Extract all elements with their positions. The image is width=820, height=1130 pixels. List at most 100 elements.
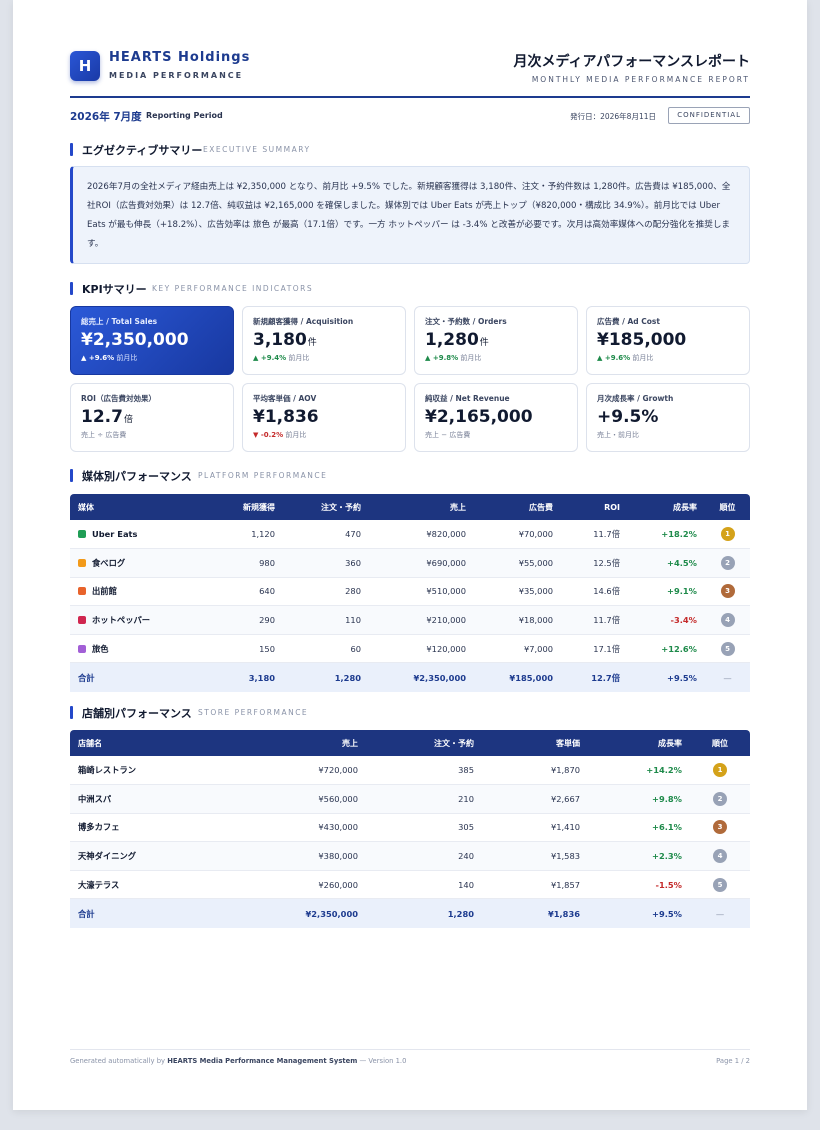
kpi-label: 月次成長率 / Growth <box>597 394 674 403</box>
cell-rank: 4 <box>705 605 750 635</box>
up-arrow-icon: ▲ <box>597 354 603 362</box>
kpi-delta: ▲ +9.8% <box>425 354 458 362</box>
cell-aov: ¥1,410 <box>482 813 588 843</box>
cell-orders: 140 <box>366 870 482 900</box>
section-marker <box>70 143 73 156</box>
total-rank: — <box>690 898 750 928</box>
footer-version: — Version 1.0 <box>357 1057 407 1065</box>
column-header: 売上 <box>220 730 366 756</box>
cell-orders: 110 <box>283 605 369 635</box>
kpi-note-text: 売上 ÷ 広告費 <box>81 431 127 439</box>
cell-sales: ¥820,000 <box>369 520 474 550</box>
total-row: 合計 ¥2,350,000 1,280 ¥1,836 +9.5% — <box>70 898 750 928</box>
kpi-card: 平均客単価 / AOV ¥1,836 ▼ -0.2% 前月比 <box>242 383 406 452</box>
cell-rank: 3 <box>705 577 750 607</box>
company-logo: H <box>70 51 100 81</box>
platform-table: 媒体 新規獲得 注文・予約 売上 広告費 ROI 成長率 順位 Uber Eats 1,120 4… <box>70 494 750 692</box>
kpi-delta-value: -0.2% <box>260 431 284 439</box>
footer-divider <box>70 1049 750 1050</box>
kpi-delta-value: +9.4% <box>260 354 287 362</box>
kpi-note: 売上・前月比 <box>597 430 739 440</box>
cell-orders: 210 <box>366 784 482 814</box>
platform-name: ホットペッパー <box>92 615 151 626</box>
platform-name: 出前館 <box>92 586 117 597</box>
kpi-note: ▲ +9.6% 前月比 <box>597 353 739 363</box>
kpi-label: 注文・予約数 / Orders <box>425 317 507 326</box>
report-header: H HEARTS Holdings MEDIA PERFORMANCE 月次メデ… <box>70 50 750 98</box>
summary-subtitle: EXECUTIVE SUMMARY <box>203 145 311 154</box>
cell-orders: 305 <box>366 813 482 843</box>
table-row: 旅色 150 60 ¥120,000 ¥7,000 17.1倍 +12.6% 5 <box>70 634 750 664</box>
column-header: 売上 <box>369 494 474 520</box>
total-acq: 3,180 <box>192 662 283 692</box>
cell-growth: +14.2% <box>588 756 690 786</box>
platform-name: Uber Eats <box>92 529 138 540</box>
table-row: Uber Eats 1,120 470 ¥820,000 ¥70,000 11.7倍 +18… <box>70 520 750 550</box>
cell-roi: 11.7倍 <box>561 520 628 550</box>
rank-badge: 5 <box>713 877 727 892</box>
cell-rank: 4 <box>690 841 750 871</box>
total-ad: ¥185,000 <box>474 662 561 692</box>
kpi-unit: 倍 <box>123 415 133 425</box>
kpi-value-number: ¥185,000 <box>597 330 687 350</box>
column-header: 順位 <box>705 494 750 520</box>
total-row: 合計 3,180 1,280 ¥2,350,000 ¥185,000 12.7倍 +9.5%… <box>70 662 750 692</box>
kpi-delta-value: +9.6% <box>604 354 631 362</box>
cell-growth: +18.2% <box>628 520 705 550</box>
kpi-value: ¥1,836 <box>253 407 395 427</box>
kpi-label: ROI（広告費対効果） <box>81 394 156 403</box>
section-marker <box>70 469 73 482</box>
platform-name: 食べログ <box>92 557 126 568</box>
kpi-value-number: 12.7 <box>81 407 123 427</box>
section-marker <box>70 706 73 719</box>
summary-text: 2026年7月の全社メディア経由売上は ¥2,350,000 となり、前月比 +… <box>87 182 731 249</box>
cell-rank: 1 <box>690 756 750 786</box>
kpi-label: 純収益 / Net Revenue <box>425 394 510 403</box>
kpi-note: ▲ +9.4% 前月比 <box>253 353 395 363</box>
cell-acq: 150 <box>192 634 283 664</box>
kpi-delta-value: +9.6% <box>88 354 115 362</box>
kpi-delta: ▲ +9.6% <box>597 354 630 362</box>
kpi-note-text: 売上 − 広告費 <box>425 431 471 439</box>
cell-orders: 385 <box>366 756 482 786</box>
table-row: 博多カフェ ¥430,000 305 ¥1,410 +6.1% 3 <box>70 813 750 843</box>
platform-subtitle: PLATFORM PERFORMANCE <box>198 471 328 480</box>
summary-title: エグゼクティブサマリー <box>82 144 203 157</box>
kpi-note-text: 前月比 <box>460 354 482 362</box>
column-header: 順位 <box>690 730 750 756</box>
cell-rank: 5 <box>705 634 750 664</box>
kpi-note: 売上 − 広告費 <box>425 430 567 440</box>
cell-ad: ¥70,000 <box>474 520 561 550</box>
cell-acq: 980 <box>192 548 283 578</box>
kpi-card: ROI（広告費対効果） 12.7倍売上 ÷ 広告費 <box>70 383 234 452</box>
cell-orders: 240 <box>366 841 482 871</box>
kpi-value-number: +9.5% <box>597 407 659 427</box>
store-subtitle: STORE PERFORMANCE <box>198 708 309 717</box>
platform-color-swatch <box>78 530 86 539</box>
rank-badge: 3 <box>720 584 735 599</box>
platform-title: 媒体別パフォーマンス <box>82 470 192 483</box>
footer-system-name: HEARTS Media Performance Management Syst… <box>167 1057 358 1065</box>
cell-ad: ¥7,000 <box>474 634 561 664</box>
down-arrow-icon: ▼ <box>253 431 259 439</box>
footer-prefix: Generated automatically by <box>70 1057 168 1065</box>
platform-name-cell: 食べログ <box>70 548 192 578</box>
cell-ad: ¥18,000 <box>474 605 561 635</box>
kpi-delta: ▲ +9.6% <box>81 354 114 362</box>
cell-roi: 17.1倍 <box>561 634 628 664</box>
cell-rank: 2 <box>705 548 750 578</box>
company-subtitle: MEDIA PERFORMANCE <box>109 71 244 80</box>
rank-badge: 1 <box>713 763 727 778</box>
column-header: 媒体 <box>70 494 192 520</box>
total-rank: — <box>705 662 750 692</box>
cell-sales: ¥560,000 <box>220 784 366 814</box>
kpi-value-number: 3,180 <box>253 330 307 350</box>
total-label: 合計 <box>70 898 220 928</box>
reporting-period-label: Reporting Period <box>146 111 223 120</box>
kpi-delta: ▲ +9.4% <box>253 354 286 362</box>
kpi-value: ¥2,350,000 <box>81 330 223 350</box>
report-title: 月次メディアパフォーマンスレポート <box>513 54 750 70</box>
cell-growth: +9.8% <box>588 784 690 814</box>
kpi-label: 総売上 / Total Sales <box>81 317 158 326</box>
kpi-note: ▲ +9.6% 前月比 <box>81 353 223 363</box>
